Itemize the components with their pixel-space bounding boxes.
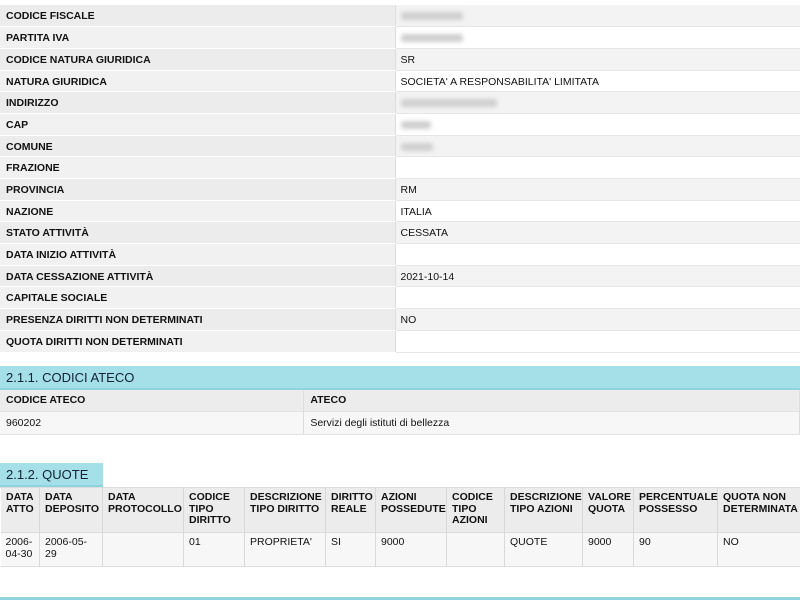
redacted-value [400,34,463,43]
field-value [395,330,800,353]
field-value [395,26,800,49]
ateco-cell-codice: 960202 [0,410,305,435]
quote-cell: 2006-05-29 [39,532,103,567]
field-label: CAPITALE SOCIALE [0,286,396,310]
quote-header: CODICE TIPO DIRITTO [183,487,245,533]
field-label: CAP [0,113,396,136]
field-value [395,5,800,28]
table-row: PRESENZA DIRITTI NON DETERMINATI NO [0,308,800,331]
field-value [395,91,800,114]
table-row: NAZIONE ITALIA [0,200,800,223]
quote-cell: 90 [633,532,718,567]
table-row: DATA INIZIO ATTIVITÀ [0,243,800,266]
quote-cell: 2006-04-30 [0,532,40,567]
field-label: NAZIONE [0,200,396,223]
field-value [395,113,800,136]
quote-cell: 9000 [375,532,447,567]
ateco-header-ateco: ATECO [303,390,800,411]
field-value: RM [395,178,800,201]
field-value: 2021-10-14 [395,265,800,288]
field-value: SOCIETA' A RESPONSABILITA' LIMITATA [395,70,800,93]
field-label: DATA INIZIO ATTIVITÀ [0,243,396,266]
field-value: ITALIA [395,200,800,223]
table-row: NATURA GIURIDICA SOCIETA' A RESPONSABILIT… [0,70,800,93]
field-label: CODICE FISCALE [0,5,396,28]
quote-cell [102,532,184,567]
table-row: PROVINCIA RM [0,178,800,201]
table-row: CAPITALE SOCIALE [0,286,800,310]
quote-header: DESCRIZIONE TIPO AZIONI [504,487,583,533]
field-value [395,156,800,179]
quote-header: QUOTA NON DETERMINATA [717,487,800,533]
table-row: CODICE FISCALE [0,5,800,28]
quote-cell: QUOTE [504,532,583,567]
quote-cell: SI [325,532,376,567]
quote-cell: NO [717,532,800,567]
redacted-value [400,99,497,108]
quote-header: VALORE QUOTA [582,487,634,533]
table-row: FRAZIONE [0,156,800,179]
redacted-value [400,120,431,129]
table-row: COMUNE [0,135,800,158]
ateco-table: CODICE ATECO ATECO 960202 Servizi degli … [0,390,800,435]
quote-header: AZIONI POSSEDUTE [375,487,447,533]
field-label: INDIRIZZO [0,91,396,114]
ateco-header-codice: CODICE ATECO [0,390,305,411]
quote-cell: 01 [183,532,245,567]
field-label: FRAZIONE [0,156,396,179]
table-row: DATA CESSAZIONE ATTIVITÀ 2021-10-14 [0,265,800,288]
quote-header: DATA PROTOCOLLO [102,487,184,533]
table-row: CAP [0,113,800,136]
quote-header: DESCRIZIONE TIPO DIRITTO [244,487,326,533]
field-label: STATO ATTIVITÀ [0,221,396,245]
table-row: 2006-04-30 2006-05-29 01 PROPRIETA' SI 9000 QU… [0,532,800,567]
table-row: INDIRIZZO [0,91,800,114]
field-label: DATA CESSAZIONE ATTIVITÀ [0,265,396,288]
field-label: COMUNE [0,135,396,158]
table-row: PARTITA IVA [0,26,800,49]
quote-header: DATA DEPOSITO [39,487,103,533]
field-value [395,243,800,266]
table-row: STATO ATTIVITÀ CESSATA [0,221,800,245]
quote-cell: 9000 [582,532,634,567]
quote-header: CODICE TIPO AZIONI [446,487,505,533]
ateco-cell-descrizione: Servizi degli istituti di bellezza [303,410,800,435]
field-label: NATURA GIURIDICA [0,70,396,93]
field-value [395,135,800,158]
quote-header: PERCENTUALE POSSESSO [633,487,718,533]
redacted-value [400,12,463,20]
table-row: QUOTA DIRITTI NON DETERMINATI [0,330,800,353]
field-value: CESSATA [395,221,800,245]
field-label: QUOTA DIRITTI NON DETERMINATI [0,330,396,353]
anagrafica-table: CODICE FISCALE PARTITA IVA CODICE NATURA G… [0,5,800,353]
field-label: PARTITA IVA [0,26,396,49]
quote-header: DIRITTO REALE [325,487,376,533]
field-value: SR [395,48,800,71]
quote-header: DATA ATTO [0,487,40,533]
quote-cell: PROPRIETA' [244,532,326,567]
field-label: CODICE NATURA GIURIDICA [0,48,396,71]
field-label: PROVINCIA [0,178,396,201]
table-row: 960202 Servizi degli istituti di bellezz… [0,410,800,435]
section-title-quote: 2.1.2. QUOTE [0,463,103,487]
section-title-codici-ateco: 2.1.1. CODICI ATECO [0,366,800,390]
table-row: CODICE NATURA GIURIDICA SR [0,48,800,71]
redacted-value [400,142,433,151]
field-label: PRESENZA DIRITTI NON DETERMINATI [0,308,396,331]
field-value: NO [395,308,800,331]
quote-cell [446,532,505,567]
field-value [395,286,800,310]
quote-table: DATA ATTO DATA DEPOSITO DATA PROTOCOLLO COD… [0,487,800,567]
